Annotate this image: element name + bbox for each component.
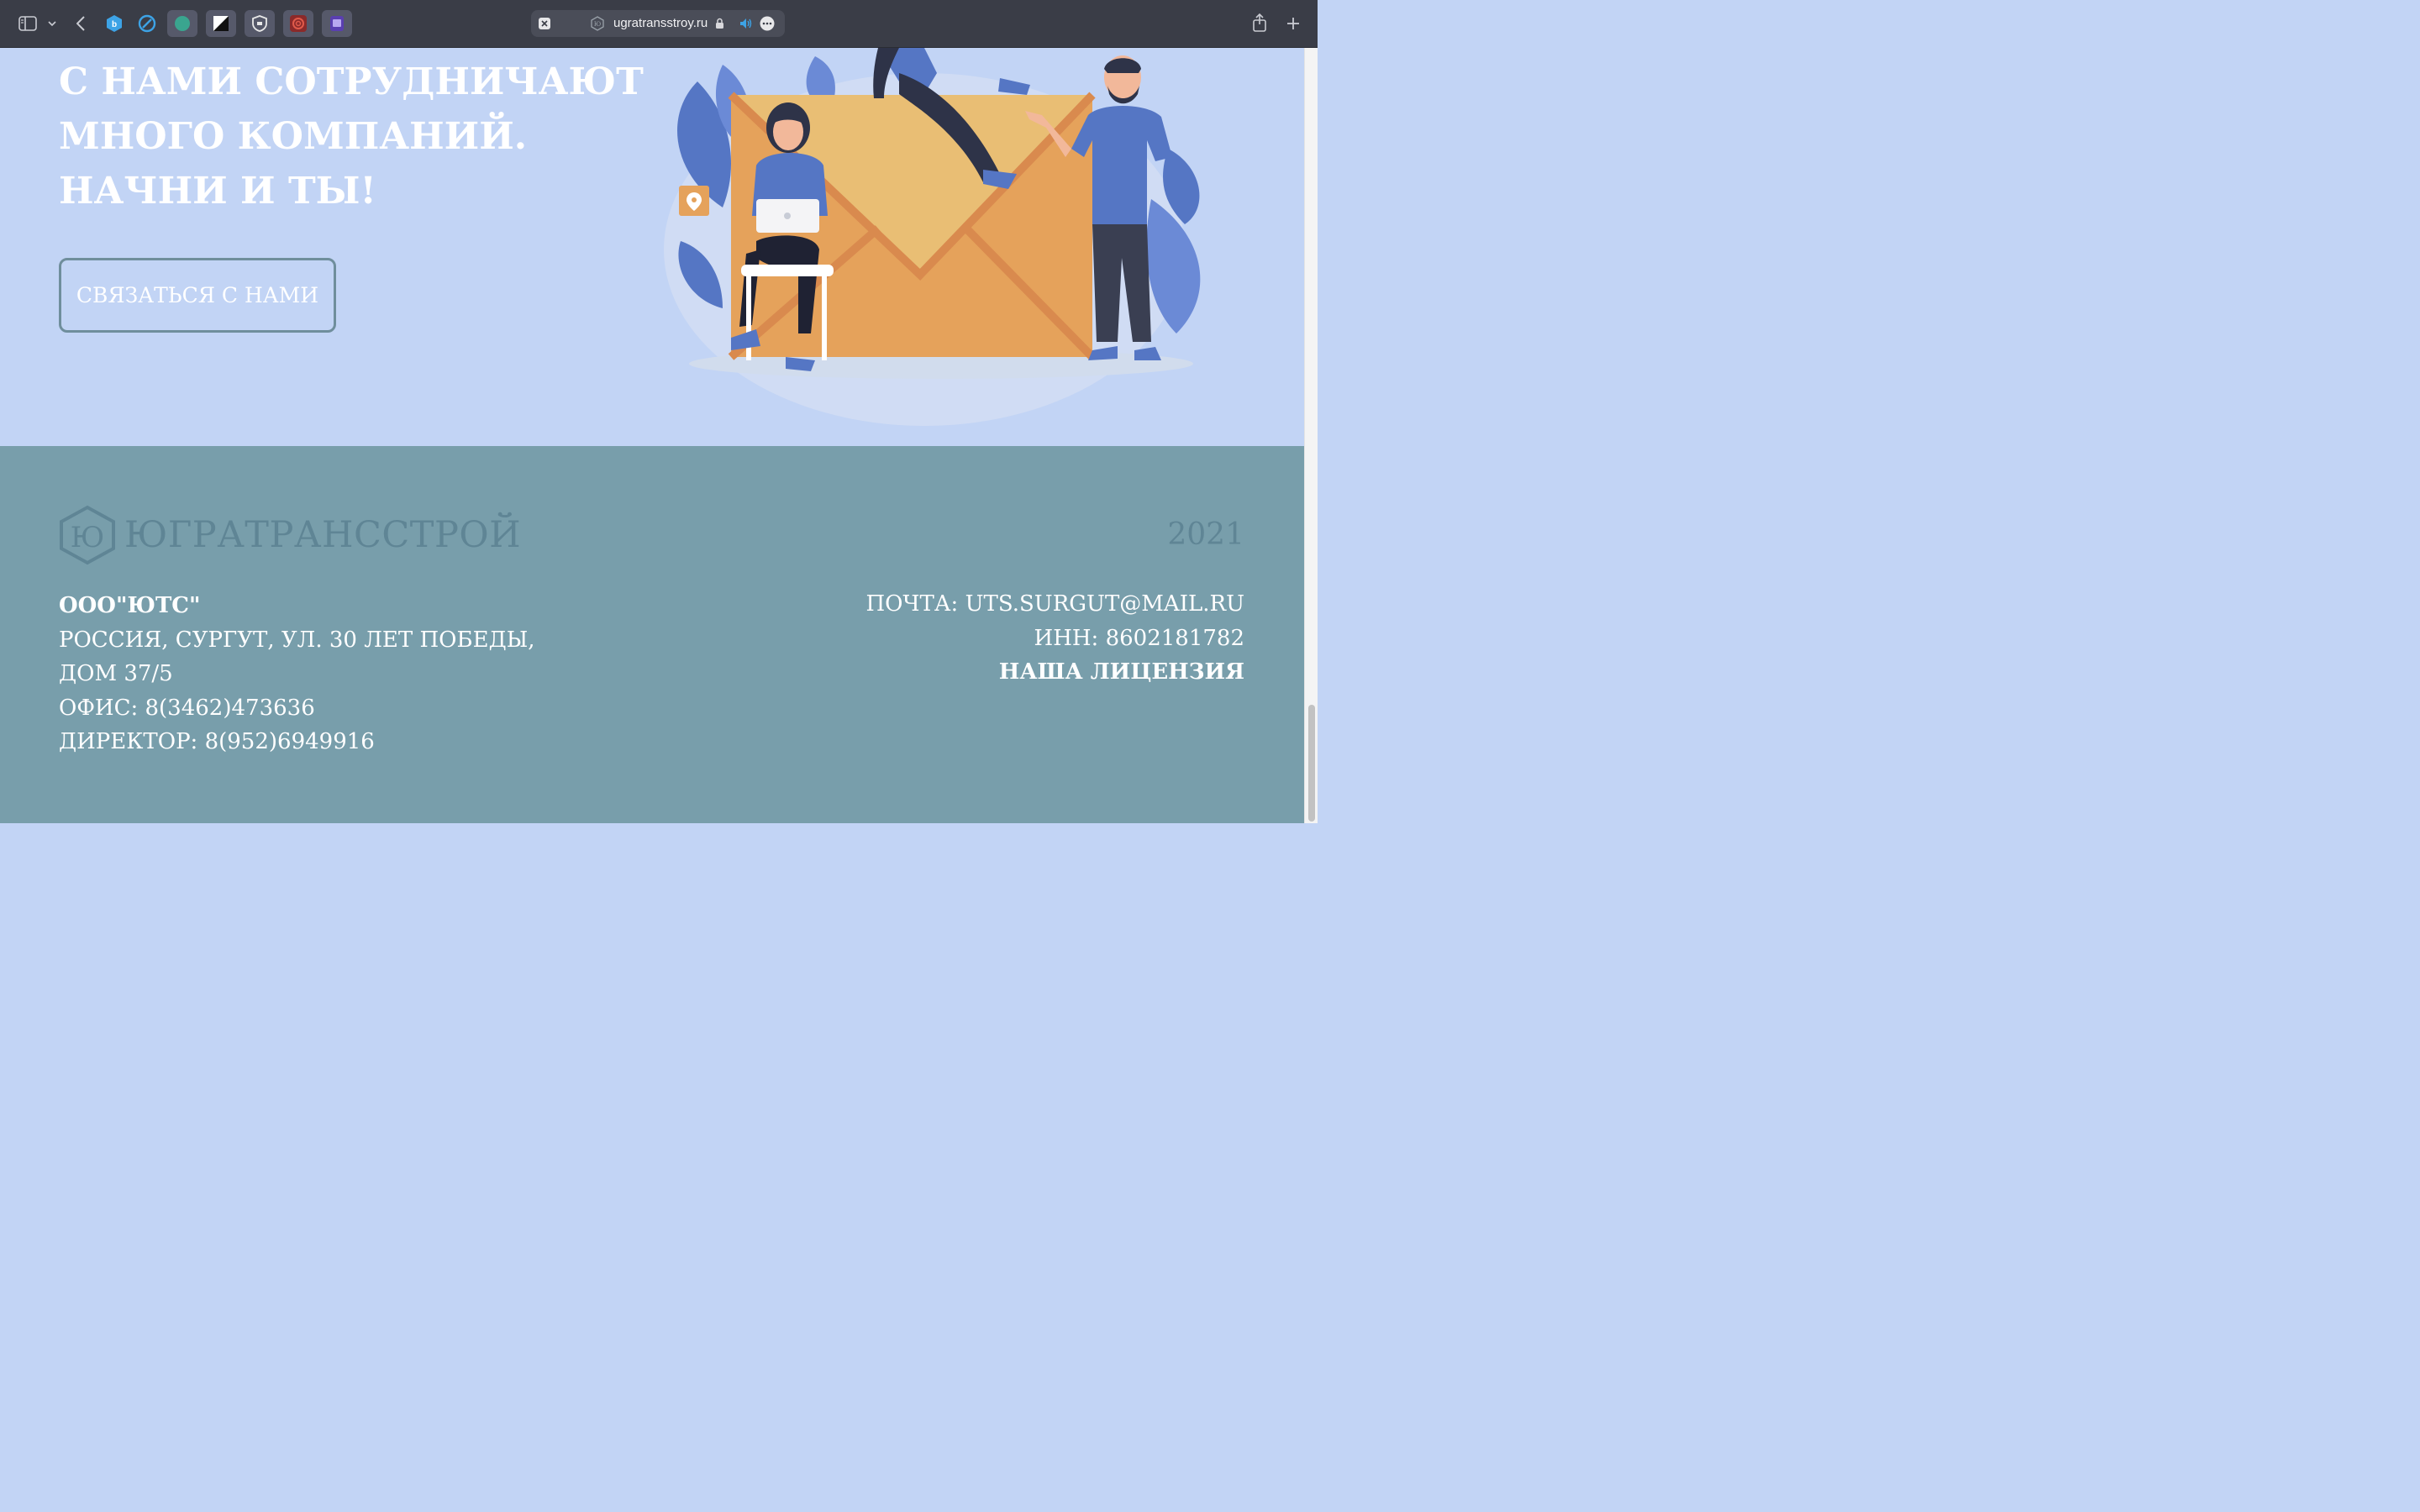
company-name: ООО"ЮТС" bbox=[59, 593, 201, 618]
hex-logo-icon[interactable]: b bbox=[105, 14, 124, 33]
address-line: РОССИЯ, СУРГУТ, УЛ. 30 ЛЕТ ПОБЕДЫ, bbox=[59, 627, 535, 653]
site-favicon-icon: Ю bbox=[590, 16, 605, 31]
share-icon[interactable] bbox=[1251, 13, 1268, 33]
hero-title-line: С НАМИ СОТРУДНИЧАЮТ bbox=[59, 60, 644, 103]
close-tab-icon[interactable] bbox=[539, 18, 550, 29]
site-footer: Ю ЮГРАТРАНССТРОЙ 2021 ООО"ЮТС" РОССИЯ, С… bbox=[0, 446, 1304, 823]
speaker-icon[interactable] bbox=[739, 17, 753, 30]
back-arrow-icon[interactable] bbox=[74, 15, 87, 32]
address-bar[interactable]: Ю ugratransstroy.ru bbox=[531, 10, 785, 37]
logo-mark-letter: Ю bbox=[71, 521, 105, 554]
logo-text: ЮГРАТРАНССТРОЙ bbox=[124, 514, 522, 556]
purple-app-icon[interactable] bbox=[322, 10, 352, 37]
shield-icon[interactable] bbox=[245, 10, 275, 37]
copyright-year: 2021 bbox=[1167, 517, 1244, 552]
footer-logo[interactable]: Ю ЮГРАТРАНССТРОЙ bbox=[59, 505, 521, 565]
hero-title-line: НАЧНИ И ТЫ! bbox=[59, 170, 376, 213]
contrast-icon[interactable] bbox=[206, 10, 236, 37]
hero-title: С НАМИ СОТРУДНИЧАЮТ МНОГО КОМПАНИЙ. НАЧН… bbox=[59, 55, 647, 218]
contact-info: ПОЧТА: UTS.SURGUT@MAIL.RU ИНН: 860218178… bbox=[865, 587, 1244, 690]
email-link[interactable]: ПОЧТА: UTS.SURGUT@MAIL.RU bbox=[865, 587, 1244, 622]
inn-number: ИНН: 8602181782 bbox=[1034, 625, 1244, 651]
director-phone[interactable]: ДИРЕКТОР: 8(952)6949916 bbox=[59, 725, 535, 759]
svg-text:Ю: Ю bbox=[594, 21, 601, 28]
address-line: ДОМ 37/5 bbox=[59, 661, 173, 686]
hex-logo-mark-icon: Ю bbox=[60, 505, 115, 565]
sidebar-icon[interactable] bbox=[18, 15, 37, 32]
license-link[interactable]: НАША ЛИЦЕНЗИЯ bbox=[865, 655, 1244, 690]
hero-title-line: МНОГО КОМПАНИЙ. bbox=[59, 115, 528, 158]
page-scrollbar[interactable] bbox=[1304, 48, 1318, 823]
new-tab-plus-icon[interactable] bbox=[1286, 16, 1301, 31]
chevron-down-icon[interactable] bbox=[47, 18, 57, 29]
scrollbar-thumb[interactable] bbox=[1308, 705, 1315, 822]
svg-text:b: b bbox=[112, 20, 117, 29]
green-circle-icon[interactable] bbox=[167, 10, 197, 37]
office-phone[interactable]: ОФИС: 8(3462)473636 bbox=[59, 691, 535, 726]
compass-icon[interactable] bbox=[138, 14, 156, 33]
url-text: ugratransstroy.ru bbox=[613, 16, 708, 30]
envelope-team-illustration bbox=[664, 48, 1201, 426]
contact-us-button[interactable]: СВЯЗАТЬСЯ С НАМИ bbox=[59, 258, 336, 333]
more-options-icon[interactable] bbox=[760, 16, 775, 31]
company-info: ООО"ЮТС" РОССИЯ, СУРГУТ, УЛ. 30 ЛЕТ ПОБЕ… bbox=[59, 589, 535, 759]
lock-icon bbox=[714, 18, 724, 29]
hero-section: С НАМИ СОТРУДНИЧАЮТ МНОГО КОМПАНИЙ. НАЧН… bbox=[0, 48, 1304, 446]
browser-toolbar: b Ю ugratransstroy.ru bbox=[0, 0, 1318, 48]
red-knot-icon[interactable] bbox=[283, 10, 313, 37]
